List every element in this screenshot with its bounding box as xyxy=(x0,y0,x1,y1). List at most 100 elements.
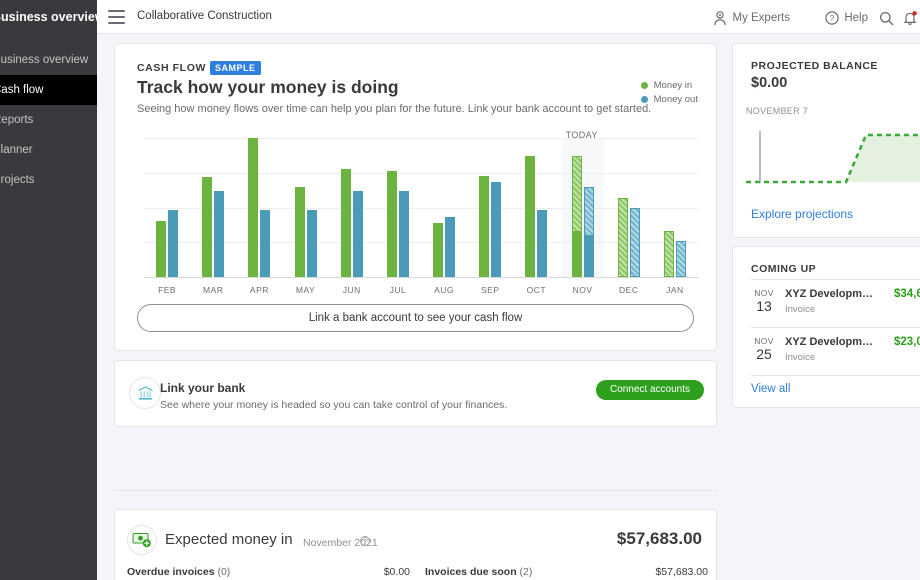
link-bank-title: Link your bank xyxy=(160,381,246,395)
chart-bar-actual xyxy=(260,210,271,277)
sidebar-item-label: Cash flow xyxy=(0,84,44,96)
projection-sparkline-svg xyxy=(746,131,920,184)
coming-up-divider xyxy=(751,375,920,376)
coming-up-eyebrow: COMING UP xyxy=(751,263,817,275)
legend-color-dot xyxy=(640,96,648,103)
view-all-link[interactable]: View all xyxy=(751,383,790,395)
sidebar-item-planner[interactable]: Planner xyxy=(0,135,97,165)
coming-up-card: COMING UP NOV 13 XYZ Developm… Invoice $34,6… xyxy=(732,246,920,408)
expected-money-in-card: Expected money in November 2021 ? $57,68… xyxy=(114,509,717,580)
chart-axis-line xyxy=(144,277,698,278)
chart-bar-actual xyxy=(398,190,409,277)
legend-color-dot xyxy=(640,82,648,89)
info-icon[interactable]: ? xyxy=(360,536,370,546)
sidebar-brand: Business overview xyxy=(0,10,97,24)
invoices-due-soon-count: (2) xyxy=(519,566,533,578)
chart-legend: Money in Money out xyxy=(640,80,698,108)
bell-icon xyxy=(902,10,918,26)
chart-x-tick: JAN xyxy=(666,285,684,295)
chart-bar-actual xyxy=(571,231,582,277)
coming-up-month: NOV xyxy=(754,336,774,346)
sidebar-item-label: Reports xyxy=(0,114,34,126)
cash-flow-subtitle: Seeing how money flows over time can hel… xyxy=(137,103,652,115)
top-bar: Collaborative Construction My Experts ? … xyxy=(97,0,920,34)
legend-label: Money in xyxy=(653,80,693,91)
app-root: Business overview Business overview Cash … xyxy=(0,0,920,580)
coming-up-day: 25 xyxy=(756,346,772,362)
expected-money-total: $57,683.00 xyxy=(616,529,702,548)
main-content: CASH FLOW SAMPLE Track how your money is… xyxy=(97,34,920,580)
overdue-invoices-count: (0) xyxy=(217,566,231,578)
sidebar-item-projects[interactable]: Projects xyxy=(0,165,97,195)
projection-area-fill xyxy=(846,135,920,182)
chart-gridline xyxy=(144,207,698,209)
projected-balance-amount: $0.00 xyxy=(751,75,788,91)
link-bank-account-cta[interactable]: Link a bank account to see your cash flo… xyxy=(137,304,694,332)
chart-x-tick: AUG xyxy=(434,285,455,295)
connect-accounts-button[interactable]: Connect accounts xyxy=(595,380,704,400)
chart-gridline xyxy=(144,138,698,139)
chart-bar-actual xyxy=(433,222,444,277)
my-experts-button[interactable]: My Experts xyxy=(713,8,790,28)
expected-money-title: Expected money in xyxy=(165,531,293,548)
chart-x-tick: JUN xyxy=(342,285,361,295)
chart-x-tick: MAY xyxy=(295,285,316,295)
projected-balance-card: PROJECTED BALANCE $0.00 NOVEMBER 7 Explo… xyxy=(732,43,920,238)
cash-flow-card: CASH FLOW SAMPLE Track how your money is… xyxy=(114,43,717,351)
cash-flow-eyebrow: CASH FLOW xyxy=(137,62,206,74)
sidebar-item-label: Planner xyxy=(0,144,33,156)
chart-bar-actual xyxy=(445,217,456,277)
link-bank-subtitle: See where your money is headed so you ca… xyxy=(160,399,508,411)
chart-bar-actual xyxy=(583,235,594,277)
chart-bar-actual xyxy=(491,182,502,277)
overdue-invoices-label: Overdue invoices xyxy=(127,566,215,578)
invoices-due-soon-row: Invoices due soon (2) $57,683.00 xyxy=(425,566,708,580)
search-icon xyxy=(879,11,894,26)
coming-up-divider xyxy=(751,279,920,280)
today-label: TODAY xyxy=(565,130,598,140)
sidebar-item-business-overview[interactable]: Business overview xyxy=(0,45,97,75)
legend-label: Money out xyxy=(653,94,698,105)
invoices-due-soon-label: Invoices due soon xyxy=(425,566,517,578)
sample-badge: SAMPLE xyxy=(210,61,261,75)
coming-up-type: Invoice xyxy=(785,352,816,363)
chart-bar-actual xyxy=(340,168,351,277)
coming-up-item[interactable]: NOV25 XYZ Developm… Invoice $23,000 xyxy=(751,334,920,381)
notifications-button[interactable] xyxy=(902,8,918,28)
cash-flow-chart: TODAY FEB MAR APR MAY JUN JUL AUG SEP OCT NOV DEC JA… xyxy=(126,130,706,310)
chart-bar-actual xyxy=(248,138,259,277)
projection-sparkline xyxy=(746,119,920,194)
chart-bar-projected xyxy=(629,207,640,277)
coming-up-name: XYZ Developm… xyxy=(785,336,874,348)
help-button[interactable]: ? Help xyxy=(825,8,868,28)
sidebar-item-label: Projects xyxy=(0,174,35,186)
cash-flow-title: Track how your money is doing xyxy=(137,77,399,97)
chart-x-tick: OCT xyxy=(526,285,547,295)
hamburger-icon[interactable] xyxy=(108,10,125,24)
explore-projections-link[interactable]: Explore projections xyxy=(751,207,853,221)
search-button[interactable] xyxy=(879,8,894,28)
chart-x-tick: SEP xyxy=(480,285,500,295)
chart-bar-actual xyxy=(352,190,363,277)
projected-balance-date: NOVEMBER 7 xyxy=(746,106,809,116)
sidebar-item-cash-flow[interactable]: Cash flow xyxy=(0,75,97,105)
chart-bar-actual xyxy=(168,210,179,277)
chart-x-tick: APR xyxy=(249,285,269,295)
chart-bar-actual xyxy=(214,190,225,277)
invoices-due-soon-column: Invoices due soon (2) $57,683.00 View xyxy=(425,566,708,580)
overdue-invoices-row: Overdue invoices (0) $0.00 xyxy=(127,566,410,580)
help-label: Help xyxy=(844,12,868,24)
sidebar-item-reports[interactable]: Reports xyxy=(0,105,97,135)
bank-icon xyxy=(129,377,161,409)
chart-bar-actual xyxy=(156,221,167,277)
money-in-icon xyxy=(127,525,157,555)
my-experts-label: My Experts xyxy=(732,12,790,24)
sidebar-item-label: Business overview xyxy=(0,54,89,66)
invoices-due-soon-amount: $57,683.00 xyxy=(655,566,708,578)
chart-bar-actual xyxy=(537,210,548,277)
chart-x-tick: NOV xyxy=(572,285,593,295)
overdue-invoices-column: Overdue invoices (0) $0.00 View paid inv… xyxy=(127,566,410,580)
link-your-bank-card: Link your bank See where your money is h… xyxy=(114,360,717,427)
chart-bar-projected xyxy=(663,231,674,277)
coming-up-item[interactable]: NOV13 XYZ Developm… Invoice $34,683 xyxy=(751,286,920,333)
